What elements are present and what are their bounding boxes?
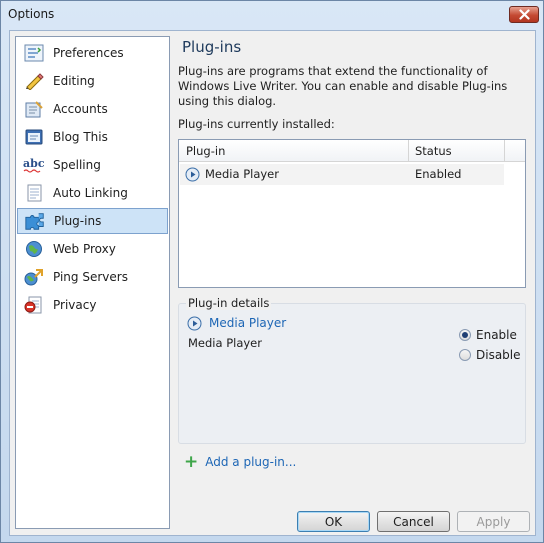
sidebar-item-privacy[interactable]: Privacy xyxy=(17,292,168,318)
row-plugin-name: Media Player xyxy=(205,167,279,181)
sidebar-item-blog-this[interactable]: Blog This xyxy=(17,124,168,150)
column-header-plugin[interactable]: Plug-in xyxy=(186,144,225,158)
details-legend: Plug-in details xyxy=(186,296,272,310)
play-icon xyxy=(185,167,200,182)
sidebar-item-preferences[interactable]: Preferences xyxy=(17,40,168,66)
puzzle-icon xyxy=(24,211,46,231)
sidebar-item-label: Spelling xyxy=(53,158,101,172)
close-button[interactable] xyxy=(509,6,539,23)
page-title: Plug-ins xyxy=(182,38,242,56)
apply-button[interactable]: Apply xyxy=(457,511,530,532)
spelling-icon: abc xyxy=(23,155,45,175)
options-sidebar: Preferences Editing Accounts Blog This a… xyxy=(15,36,170,529)
table-row[interactable]: Media Player Enabled xyxy=(180,164,504,185)
list-header: Plug-in Status xyxy=(179,140,525,162)
column-divider xyxy=(408,140,409,162)
window-title: Options xyxy=(8,7,55,21)
sidebar-item-spelling[interactable]: abc Spelling xyxy=(17,152,168,178)
column-header-status[interactable]: Status xyxy=(415,144,452,158)
svg-text:abc: abc xyxy=(23,157,45,170)
add-plugin-label: Add a plug-in... xyxy=(205,455,297,469)
blog-this-icon xyxy=(23,127,45,147)
column-divider xyxy=(504,140,505,162)
sidebar-item-label: Plug-ins xyxy=(54,214,102,228)
sidebar-item-label: Web Proxy xyxy=(53,242,116,256)
row-plugin-status: Enabled xyxy=(415,167,462,181)
preferences-icon xyxy=(23,43,45,63)
radio-indicator xyxy=(459,349,471,361)
sidebar-item-accounts[interactable]: Accounts xyxy=(17,96,168,122)
close-icon xyxy=(518,9,530,20)
sidebar-item-label: Blog This xyxy=(53,130,108,144)
disable-label: Disable xyxy=(476,348,521,362)
sidebar-item-ping-servers[interactable]: Ping Servers xyxy=(17,264,168,290)
sidebar-item-plug-ins[interactable]: Plug-ins xyxy=(17,208,168,234)
ok-button[interactable]: OK xyxy=(297,511,370,532)
sidebar-item-label: Auto Linking xyxy=(53,186,128,200)
privacy-icon xyxy=(23,295,45,315)
pane-description: Plug-ins are programs that extend the fu… xyxy=(178,64,508,108)
sidebar-item-label: Editing xyxy=(53,74,95,88)
radio-indicator xyxy=(459,329,471,341)
document-icon xyxy=(23,183,45,203)
pencil-icon xyxy=(23,71,45,91)
sidebar-item-label: Ping Servers xyxy=(53,270,128,284)
add-plugin-link[interactable]: + Add a plug-in... xyxy=(184,452,297,472)
accounts-icon xyxy=(23,99,45,119)
installed-label: Plug-ins currently installed: xyxy=(178,117,335,131)
sidebar-item-label: Preferences xyxy=(53,46,124,60)
plugins-list[interactable]: Plug-in Status Media Player Enabled xyxy=(178,139,526,288)
sidebar-item-label: Privacy xyxy=(53,298,97,312)
globe-icon xyxy=(23,239,45,259)
sidebar-item-auto-linking[interactable]: Auto Linking xyxy=(17,180,168,206)
play-icon xyxy=(187,316,202,331)
plugin-description: Media Player xyxy=(188,336,262,350)
options-window: Options Preferences Editing Accounts Blo… xyxy=(0,0,544,543)
cancel-button[interactable]: Cancel xyxy=(377,511,450,532)
dialog-content: Preferences Editing Accounts Blog This a… xyxy=(9,30,536,536)
plus-icon: + xyxy=(184,452,199,472)
sidebar-item-label: Accounts xyxy=(53,102,108,116)
plugin-name-link[interactable]: Media Player xyxy=(209,316,286,330)
ping-servers-icon xyxy=(23,267,45,287)
sidebar-item-web-proxy[interactable]: Web Proxy xyxy=(17,236,168,262)
enable-radio[interactable]: Enable xyxy=(459,328,517,342)
enable-label: Enable xyxy=(476,328,517,342)
disable-radio[interactable]: Disable xyxy=(459,348,521,362)
title-bar[interactable]: Options xyxy=(1,1,543,29)
sidebar-item-editing[interactable]: Editing xyxy=(17,68,168,94)
